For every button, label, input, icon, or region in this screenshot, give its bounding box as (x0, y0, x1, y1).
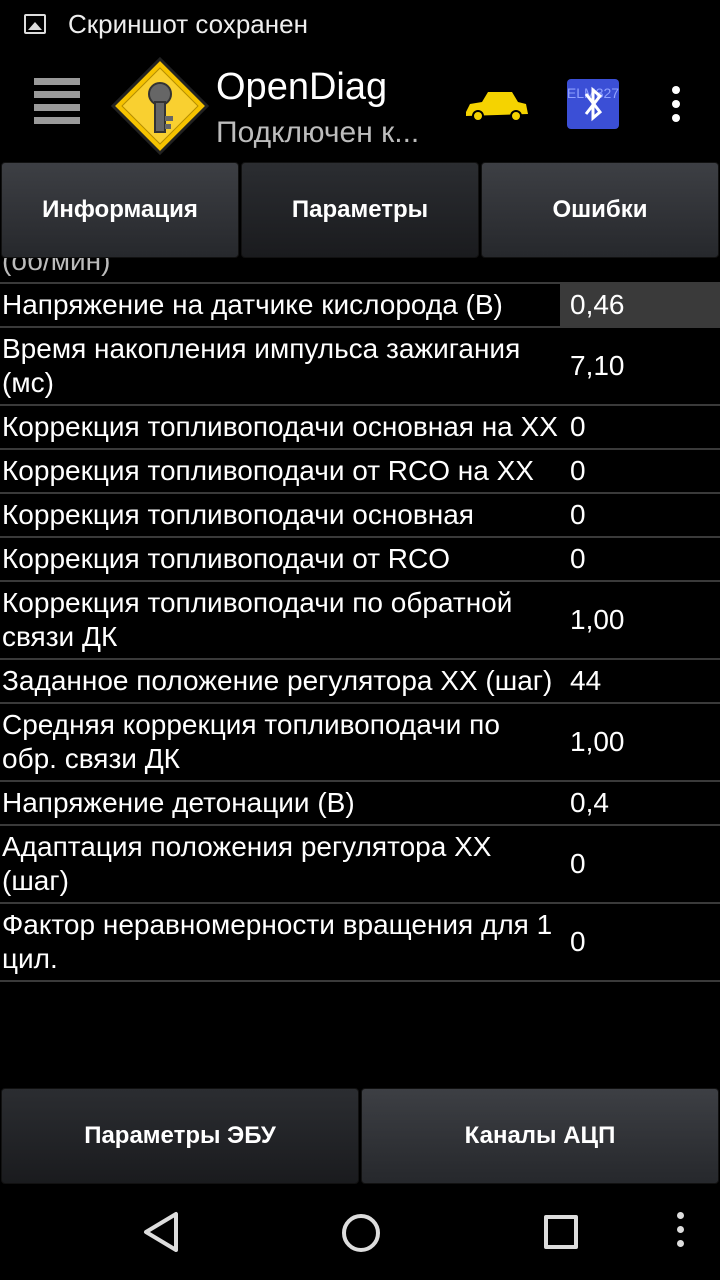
table-row[interactable]: Напряжение детонации (В) 0,4 (0, 782, 720, 826)
app-bar: OpenDiag Подключен к... ELM327 (0, 48, 720, 160)
overflow-menu-icon[interactable] (662, 86, 690, 126)
table-row[interactable]: Коррекция топливоподачи от RCO 0 (0, 538, 720, 582)
table-row[interactable]: Фактор неравномерности вращения для 1 ци… (0, 904, 720, 982)
image-icon (24, 14, 46, 34)
param-label: Коррекция топливоподачи от RCO (2, 543, 451, 574)
param-value: 0,46 (560, 284, 720, 326)
table-row[interactable]: Коррекция топливоподачи основная 0 (0, 494, 720, 538)
app-title: OpenDiag (216, 66, 388, 108)
param-value: 44 (570, 665, 602, 696)
status-bar: Скриншот сохранен (0, 0, 720, 48)
table-row: (об/мин) (0, 258, 720, 284)
param-label: Коррекция топливоподачи от RCO на ХХ (2, 455, 534, 486)
ecu-parameters-button[interactable]: Параметры ЭБУ (1, 1088, 359, 1184)
home-icon[interactable] (342, 1214, 380, 1252)
parameters-list[interactable]: (об/мин) Напряжение на датчике кислорода… (0, 258, 720, 1086)
app-logo-icon (110, 56, 210, 156)
table-row[interactable]: Коррекция топливоподачи по обратной связ… (0, 582, 720, 660)
tab-errors[interactable]: Ошибки (481, 162, 719, 258)
param-label: Адаптация положения регулятора ХХ (шаг) (2, 831, 492, 896)
param-value: 0 (570, 411, 586, 442)
param-value: 0 (570, 455, 586, 486)
bottom-switch: Параметры ЭБУ Каналы АЦП (0, 1088, 720, 1184)
param-value: 1,00 (570, 726, 625, 757)
param-label: Время накопления импульса зажигания (мс) (2, 333, 521, 398)
table-row[interactable]: Адаптация положения регулятора ХХ (шаг) … (0, 826, 720, 904)
hamburger-menu-icon[interactable] (34, 78, 82, 130)
table-row[interactable]: Напряжение на датчике кислорода (В) 0,46 (0, 284, 720, 328)
param-value: 0 (570, 543, 586, 574)
param-label: Средняя коррекция топливоподачи по обр. … (2, 709, 500, 774)
navigation-bar (0, 1184, 720, 1280)
adc-channels-button[interactable]: Каналы АЦП (361, 1088, 719, 1184)
param-label: Коррекция топливоподачи основная (2, 499, 474, 530)
tab-info[interactable]: Информация (1, 162, 239, 258)
table-row[interactable]: Коррекция топливоподачи основная на ХХ 0 (0, 406, 720, 450)
param-label: Фактор неравномерности вращения для 1 ци… (2, 909, 553, 974)
param-label: Заданное положение регулятора ХХ (шаг) (2, 665, 553, 696)
param-value: 0,4 (570, 787, 609, 818)
param-value: 0 (570, 926, 586, 957)
param-value: 1,00 (570, 604, 625, 635)
param-value: 0 (570, 848, 586, 879)
status-notification: Скриншот сохранен (68, 8, 308, 39)
param-value (560, 258, 720, 282)
recents-icon[interactable] (544, 1215, 578, 1249)
connection-status: Подключен к... (216, 116, 420, 149)
main-tabs: Информация Параметры Ошибки (0, 162, 720, 258)
param-label: Напряжение детонации (В) (2, 787, 355, 818)
table-row[interactable]: Средняя коррекция топливоподачи по обр. … (0, 704, 720, 782)
param-label: Коррекция топливоподачи основная на ХХ (2, 411, 558, 442)
table-row[interactable]: Заданное положение регулятора ХХ (шаг) 4… (0, 660, 720, 704)
car-icon[interactable] (462, 86, 530, 126)
param-value: 7,10 (570, 350, 625, 381)
tab-parameters[interactable]: Параметры (241, 162, 479, 258)
menu-dots-icon[interactable] (674, 1212, 686, 1256)
back-icon[interactable] (140, 1210, 184, 1254)
param-label: (об/мин) (2, 258, 111, 276)
param-value: 0 (570, 499, 586, 530)
param-label: Коррекция топливоподачи по обратной связ… (2, 587, 513, 652)
table-row[interactable]: Коррекция топливоподачи от RCO на ХХ 0 (0, 450, 720, 494)
bluetooth-icon[interactable]: ELM327 (566, 78, 620, 130)
table-row[interactable]: Время накопления импульса зажигания (мс)… (0, 328, 720, 406)
param-label: Напряжение на датчике кислорода (В) (2, 289, 503, 320)
